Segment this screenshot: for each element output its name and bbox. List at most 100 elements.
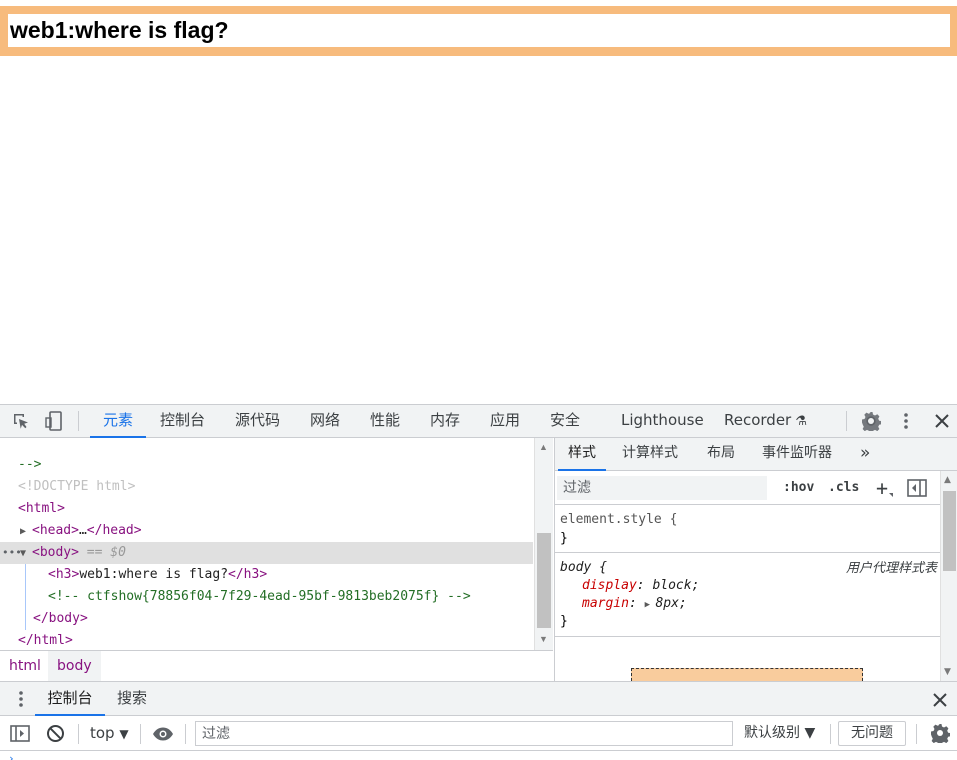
hover-state-toggle[interactable]: :hov bbox=[783, 471, 814, 505]
more-options-icon[interactable]: ••• bbox=[2, 542, 22, 564]
expand-triangle-icon[interactable]: ▶ bbox=[20, 521, 32, 543]
elements-scrollbar[interactable]: ▲ ▼ bbox=[534, 438, 553, 650]
h3-close-tag: </h3> bbox=[228, 567, 268, 582]
toolbar-divider bbox=[846, 411, 847, 431]
tab-performance[interactable]: 性能 bbox=[370, 405, 400, 438]
close-brace: } bbox=[560, 614, 568, 629]
head-close-tag: </head> bbox=[86, 523, 142, 538]
drawer-menu-icon[interactable] bbox=[18, 690, 24, 712]
dom-node[interactable]: <html> bbox=[18, 498, 65, 520]
head-collapsed-ellipsis[interactable]: … bbox=[79, 523, 87, 538]
kebab-menu-icon[interactable] bbox=[895, 410, 917, 432]
tab-lighthouse[interactable]: Lighthouse bbox=[621, 405, 704, 438]
page-viewport: web1:where is flag? bbox=[0, 0, 957, 404]
gear-icon[interactable] bbox=[860, 410, 882, 432]
tab-event-listeners[interactable]: 事件监听器 bbox=[762, 438, 832, 471]
expand-shorthand-icon[interactable]: ▶ bbox=[645, 600, 656, 610]
comment-end: --> bbox=[18, 457, 42, 472]
tab-memory[interactable]: 内存 bbox=[430, 405, 460, 438]
context-selector[interactable]: top ▼ bbox=[90, 716, 129, 751]
dom-node-head[interactable]: ▶ <head>…</head> bbox=[20, 520, 142, 542]
tab-layout[interactable]: 布局 bbox=[707, 438, 735, 471]
close-brace: } bbox=[560, 531, 568, 546]
styles-filter-row: :hov .cls + bbox=[555, 471, 940, 505]
drawer-tab-search[interactable]: 搜索 bbox=[117, 682, 147, 716]
html-open-tag: <html> bbox=[18, 501, 65, 516]
element-style-rule[interactable]: element.style { } bbox=[555, 505, 940, 553]
collapse-triangle-icon[interactable]: ▼ bbox=[20, 543, 32, 565]
more-tabs-icon[interactable]: » bbox=[860, 438, 870, 471]
console-filter-input[interactable] bbox=[195, 721, 733, 746]
styles-tabbar: 样式 计算样式 布局 事件监听器 » bbox=[555, 438, 957, 471]
scroll-up-arrow-icon[interactable]: ▲ bbox=[539, 442, 548, 452]
eye-icon[interactable] bbox=[152, 726, 174, 745]
toolbar-divider bbox=[185, 724, 186, 744]
dom-node-body-selected[interactable]: ••• ▼ <body> == $0 bbox=[0, 542, 533, 564]
log-level-dropdown[interactable]: 默认级别 ▼ bbox=[744, 716, 815, 751]
scroll-up-arrow-icon[interactable]: ▲ bbox=[944, 475, 951, 485]
console-prompt[interactable]: › bbox=[8, 752, 15, 760]
dom-node[interactable]: --> bbox=[18, 454, 41, 476]
tab-console[interactable]: 控制台 bbox=[160, 405, 205, 438]
dom-node[interactable]: <!DOCTYPE html> bbox=[18, 476, 135, 498]
class-toggle[interactable]: .cls bbox=[828, 471, 859, 505]
tab-computed[interactable]: 计算样式 bbox=[622, 438, 678, 471]
scrollbar-thumb[interactable] bbox=[537, 533, 551, 628]
scrollbar-thumb[interactable] bbox=[943, 491, 956, 571]
scroll-down-arrow-icon[interactable]: ▼ bbox=[944, 667, 951, 677]
element-style-selector: element.style { bbox=[560, 512, 678, 527]
toolbar-divider bbox=[916, 724, 917, 744]
tab-styles[interactable]: 样式 bbox=[558, 438, 606, 471]
new-rule-button[interactable]: + bbox=[876, 471, 888, 505]
dom-node-h3[interactable]: <h3>web1:where is flag?</h3> bbox=[48, 564, 267, 586]
indent-guide bbox=[25, 564, 26, 630]
box-model-diagram[interactable] bbox=[631, 668, 863, 681]
new-rule-dropdown-icon[interactable] bbox=[889, 493, 893, 497]
close-icon[interactable] bbox=[931, 410, 953, 432]
breadcrumb-body[interactable]: body bbox=[48, 651, 101, 681]
browser-page: web1:where is flag? 元素 控制台 源代码 网络 性能 内存 … bbox=[0, 0, 957, 760]
dom-node[interactable]: </body> bbox=[33, 608, 88, 630]
body-ua-rule[interactable]: 用户代理样式表 body { display: block; margin: ▶… bbox=[555, 553, 940, 637]
elements-tree: --> <!DOCTYPE html> <html> ▶ <head>…</hea… bbox=[0, 438, 553, 650]
inspect-cursor-icon[interactable] bbox=[10, 410, 32, 432]
sidebar-toggle-icon[interactable] bbox=[10, 725, 30, 746]
tab-recorder[interactable]: Recorder ⚗ bbox=[724, 405, 807, 438]
chevron-down-icon: ▼ bbox=[119, 727, 129, 741]
clear-console-icon[interactable] bbox=[46, 724, 65, 747]
scroll-down-arrow-icon[interactable]: ▼ bbox=[539, 634, 548, 644]
page-heading: web1:where is flag? bbox=[10, 17, 229, 43]
toolbar-divider bbox=[78, 411, 79, 431]
styles-filter-input[interactable] bbox=[557, 476, 767, 500]
tab-sources[interactable]: 源代码 bbox=[235, 405, 280, 438]
tab-network[interactable]: 网络 bbox=[310, 405, 340, 438]
prop-display[interactable]: display: block; bbox=[582, 577, 699, 595]
toolbar-divider bbox=[830, 724, 831, 744]
toolbar-divider bbox=[78, 724, 79, 744]
dom-node[interactable]: </html> bbox=[18, 630, 73, 652]
drawer-close-icon[interactable] bbox=[933, 692, 947, 711]
breadcrumb: html body bbox=[0, 650, 553, 681]
tab-recorder-label: Recorder bbox=[724, 411, 792, 429]
console-settings-gear-icon[interactable] bbox=[930, 723, 951, 747]
devtools-toolbar: 元素 控制台 源代码 网络 性能 内存 应用 安全 Lighthouse Rec… bbox=[0, 405, 957, 438]
tab-elements[interactable]: 元素 bbox=[90, 405, 146, 438]
tab-application[interactable]: 应用 bbox=[490, 405, 520, 438]
tab-security[interactable]: 安全 bbox=[550, 405, 580, 438]
flask-icon: ⚗ bbox=[795, 414, 807, 429]
dom-node-comment[interactable]: <!-- ctfshow{78856f04-7f29-4ead-95bf-981… bbox=[48, 586, 471, 608]
toolbar-divider bbox=[140, 724, 141, 744]
device-toolbar-icon[interactable] bbox=[43, 410, 65, 432]
issues-button[interactable]: 无问题 bbox=[838, 721, 906, 746]
doctype: <!DOCTYPE html> bbox=[18, 479, 136, 494]
breadcrumb-html[interactable]: html bbox=[0, 651, 50, 681]
drawer-tabbar: 控制台 搜索 bbox=[0, 681, 957, 716]
drawer-tab-console[interactable]: 控制台 bbox=[35, 682, 105, 716]
styles-scrollbar[interactable]: ▲ ▼ bbox=[940, 471, 957, 681]
toggle-sidebar-icon[interactable] bbox=[907, 479, 927, 501]
styles-pane: 样式 计算样式 布局 事件监听器 » :hov .cls + element.s… bbox=[555, 438, 957, 681]
context-selector-label: top bbox=[90, 724, 115, 742]
prop-margin[interactable]: margin: ▶ 8px; bbox=[582, 595, 687, 613]
html-close-tag: </html> bbox=[18, 633, 73, 648]
body-selector: body { bbox=[560, 560, 607, 575]
